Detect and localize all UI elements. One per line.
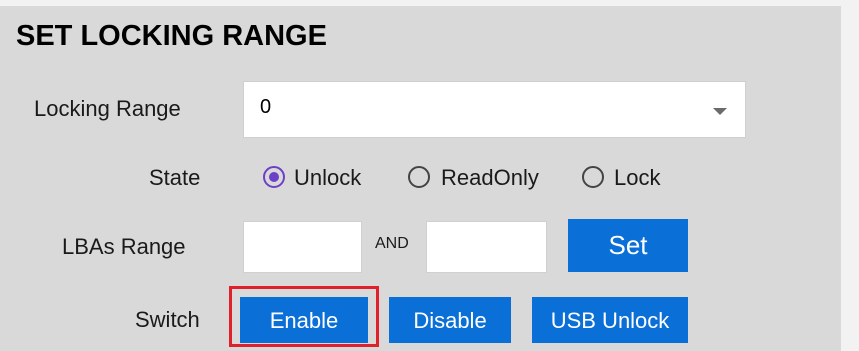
usb-unlock-button[interactable]: USB Unlock (532, 297, 688, 343)
locking-range-label: Locking Range (34, 96, 181, 121)
radio-lock[interactable] (582, 166, 604, 188)
right-strip (841, 0, 859, 351)
locking-range-value: 0 (260, 96, 272, 118)
section-title: SET LOCKING RANGE (16, 20, 327, 52)
top-strip (0, 0, 859, 6)
enable-highlight-box (229, 286, 379, 347)
radio-lock-label[interactable]: Lock (614, 165, 660, 191)
radio-unlock[interactable] (263, 166, 285, 188)
set-button[interactable]: Set (568, 219, 688, 272)
radio-readonly-label[interactable]: ReadOnly (441, 165, 539, 191)
switch-label: Switch (135, 307, 200, 332)
lbas-range-label: LBAs Range (62, 234, 186, 259)
set-locking-range-panel: SET LOCKING RANGE Locking Range 0 State … (0, 0, 859, 351)
disable-button[interactable]: Disable (389, 297, 511, 343)
lba-end-input[interactable] (426, 221, 547, 273)
lba-start-input[interactable] (243, 221, 362, 273)
locking-range-combobox[interactable]: 0 (243, 81, 746, 138)
radio-readonly[interactable] (408, 166, 430, 188)
and-separator: AND (375, 235, 409, 252)
state-label: State (149, 165, 201, 190)
chevron-down-icon[interactable] (713, 108, 727, 115)
radio-unlock-label[interactable]: Unlock (294, 165, 361, 191)
